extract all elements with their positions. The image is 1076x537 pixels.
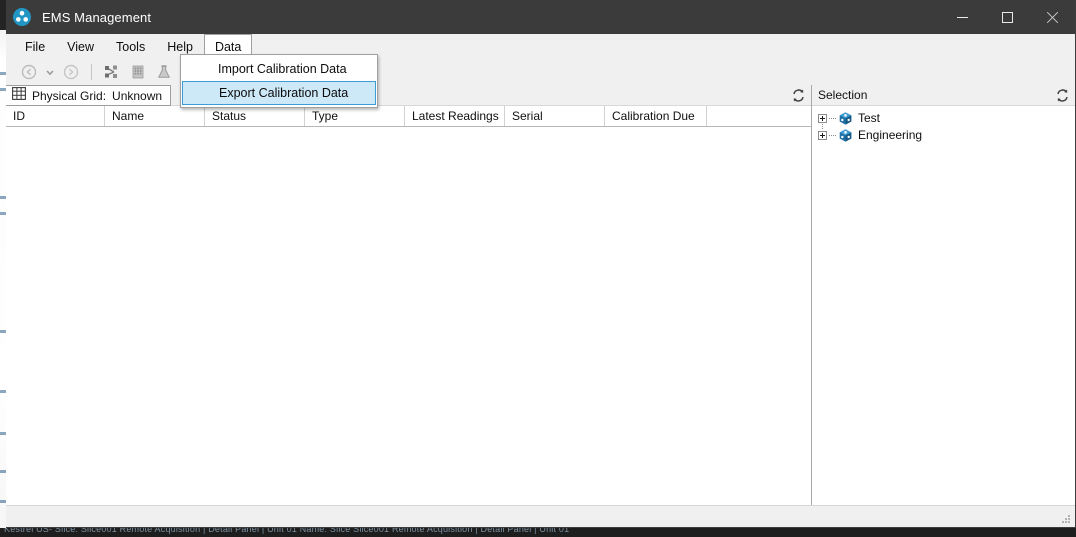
hierarchy-button[interactable] [99, 61, 125, 83]
tree-item-label: Test [858, 111, 881, 125]
node-network-icon [105, 65, 117, 78]
menu-tools[interactable]: Tools [105, 34, 156, 59]
expand-icon[interactable] [818, 130, 827, 140]
physical-grid-label: Physical Grid: [32, 88, 107, 103]
selection-refresh-button[interactable] [1053, 87, 1071, 104]
minimize-icon [957, 16, 968, 18]
tree-item-test[interactable]: Test [818, 110, 1075, 129]
menu-bar: File View Tools Help Data [6, 34, 1075, 59]
refresh-icon [792, 88, 804, 102]
column-header-filler [707, 106, 811, 126]
building-button[interactable] [125, 61, 151, 83]
desktop-backdrop: Kestrel US- Slice: Slice001 Remote Acqui… [0, 0, 1076, 537]
column-header-latest-readings[interactable]: Latest Readings [405, 106, 505, 126]
forward-button[interactable] [58, 61, 84, 83]
title-bar: EMS Management [6, 0, 1075, 34]
menu-item-export-calibration-data[interactable]: Export Calibration Data [182, 81, 376, 105]
background-sliver-text: Kestrel US- Slice: Slice001 Remote Acqui… [4, 528, 570, 534]
cube-icon [838, 111, 853, 126]
physical-grid-chip[interactable]: Physical Grid: Unknown [6, 85, 172, 106]
physical-grid-header: Physical Grid: Unknown [6, 85, 811, 106]
minimize-button[interactable] [940, 0, 985, 34]
selection-pane: Selection Test Engineering [812, 85, 1075, 505]
toolbar [6, 59, 1075, 85]
column-header-type[interactable]: Type [305, 106, 405, 126]
selection-tree: Test Engineering [812, 106, 1075, 505]
window-controls [940, 0, 1075, 34]
application-window: EMS Management File View Tools Help Data [6, 0, 1076, 528]
workspace: Physical Grid: Unknown ID Name Status Ty… [6, 85, 1075, 505]
flask-icon [158, 65, 170, 78]
chevron-down-icon [46, 70, 54, 76]
physical-grid-value: Unknown [112, 88, 163, 103]
resize-grip-icon[interactable] [1060, 512, 1072, 524]
back-button[interactable] [16, 61, 42, 83]
background-window-sliver-bottom: Kestrel US- Slice: Slice001 Remote Acqui… [0, 528, 1076, 537]
column-header-name[interactable]: Name [105, 106, 205, 126]
tree-connector-dots [829, 134, 837, 136]
column-header-calibration-due[interactable]: Calibration Due [605, 106, 707, 126]
selection-title: Selection [818, 88, 868, 102]
column-header-serial[interactable]: Serial [505, 106, 605, 126]
menu-item-import-calibration-data[interactable]: Import Calibration Data [182, 57, 376, 81]
maximize-icon [1002, 11, 1013, 23]
grid-table-icon [12, 86, 26, 105]
refresh-icon [1056, 88, 1068, 102]
calibration-button[interactable] [151, 61, 177, 83]
maximize-button[interactable] [985, 0, 1030, 34]
physical-grid-pane: Physical Grid: Unknown ID Name Status Ty… [6, 85, 812, 505]
close-button[interactable] [1030, 0, 1075, 34]
data-grid-body[interactable] [6, 127, 811, 505]
column-header-status[interactable]: Status [205, 106, 305, 126]
data-grid-header-row: ID Name Status Type Latest Readings Seri… [6, 106, 811, 127]
data-menu-dropdown: Import Calibration Data Export Calibrati… [180, 54, 378, 108]
back-circle-arrow-icon [21, 64, 37, 80]
selection-header: Selection [812, 85, 1075, 106]
status-bar [6, 505, 1075, 527]
building-icon [132, 65, 144, 79]
menu-file[interactable]: File [14, 34, 56, 59]
menu-view[interactable]: View [56, 34, 105, 59]
data-grid: ID Name Status Type Latest Readings Seri… [6, 106, 811, 505]
tree-connector-dots [829, 117, 837, 119]
forward-circle-arrow-icon [63, 64, 79, 80]
column-header-id[interactable]: ID [6, 106, 105, 126]
window-title: EMS Management [42, 9, 152, 25]
back-dropdown-button[interactable] [42, 61, 58, 83]
cube-icon [838, 128, 853, 143]
physical-grid-refresh-button[interactable] [789, 87, 807, 104]
close-icon [1046, 11, 1059, 24]
toolbar-separator-1 [91, 64, 92, 80]
tree-item-label: Engineering [858, 128, 923, 142]
tree-item-engineering[interactable]: Engineering [818, 127, 1075, 143]
ems-logo-icon [12, 7, 32, 27]
